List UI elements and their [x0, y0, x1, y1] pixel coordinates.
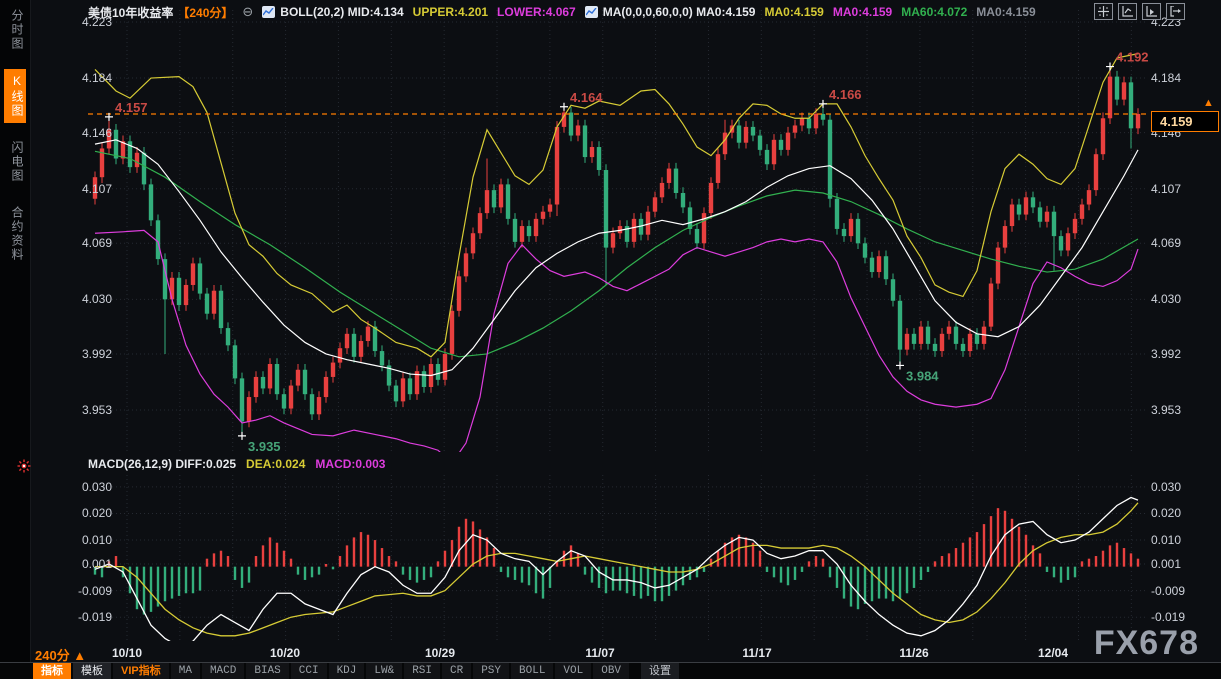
toolbar-button-cr[interactable]: CR: [442, 663, 471, 679]
axis-label: 0.010: [60, 533, 112, 547]
collapse-icon[interactable]: ⊖: [242, 4, 253, 20]
high-annotation: 4.192: [1116, 50, 1148, 65]
toolbar-button-设置[interactable]: 设置: [641, 663, 679, 679]
toolbar-button-kdj[interactable]: KDJ: [329, 663, 365, 679]
date-label: 10/29: [410, 646, 470, 660]
left-sidebar: 分时图 K线图闪电图合约资料: [0, 0, 31, 679]
low-annotation: 3.935: [248, 439, 281, 452]
period-label: 【240分】: [177, 4, 233, 21]
watermark-logo: FX678: [1094, 624, 1199, 663]
axis-label: 4.107: [60, 182, 112, 196]
sidebar-tab-1[interactable]: 分时图: [4, 4, 26, 56]
boll-lower-value: LOWER:4.067: [497, 5, 576, 19]
chart-header: 美债10年收益率 【240分】 ⊖ BOLL(20,2) MID:4.134 U…: [88, 3, 1036, 21]
indicator-chart-icon[interactable]: [585, 6, 598, 18]
axis-label: 0.001: [1151, 557, 1203, 571]
boll-upper-value: UPPER:4.201: [413, 5, 488, 19]
sidebar-tab-2[interactable]: K线图: [4, 69, 26, 123]
axis-label: 4.030: [1151, 292, 1203, 306]
toolbar-button-psy[interactable]: PSY: [473, 663, 509, 679]
axis-label: 0.030: [60, 480, 112, 494]
macd-plot[interactable]: [88, 455, 1148, 641]
toolbar-button-vol[interactable]: VOL: [555, 663, 591, 679]
date-label: 12/04: [1023, 646, 1083, 660]
ma0-magenta-value: MA0:4.159: [833, 5, 892, 19]
axis-label: 0.010: [1151, 533, 1203, 547]
symbol-title: 美债10年收益率: [88, 4, 173, 21]
low-annotation: 3.984: [906, 368, 939, 383]
axis-label: 3.953: [1151, 403, 1203, 417]
axis-label: -0.019: [60, 610, 112, 624]
trading-app-window: 分时图 K线图闪电图合约资料 美债10年收益率 【240分】 ⊖ BOLL(20,…: [0, 0, 1221, 679]
price-up-arrow-icon: ▲: [1203, 97, 1214, 109]
alarm-icon[interactable]: [17, 459, 31, 473]
high-annotation: 4.166: [829, 87, 862, 102]
ma0-gray-value: MA0:4.159: [976, 5, 1035, 19]
macd-label: MACD(26,12,9) DIFF:0.025: [88, 457, 236, 471]
ma0-yellow-value: MA0:4.159: [764, 5, 823, 19]
date-label: 10/20: [255, 646, 315, 660]
toolbar-button-模板[interactable]: 模板: [73, 663, 111, 679]
date-label: 11/07: [570, 646, 630, 660]
toolbar-button-ma[interactable]: MA: [171, 663, 200, 679]
axis-label: 4.184: [1151, 71, 1203, 85]
date-label: 10/10: [97, 646, 157, 660]
current-price-tag: 4.159: [1151, 111, 1219, 132]
toolbar-button-bias[interactable]: BIAS: [246, 663, 288, 679]
toolbar-button-cci[interactable]: CCI: [291, 663, 327, 679]
toolbar-button-obv[interactable]: OBV: [593, 663, 629, 679]
pan-tool-icon[interactable]: [1094, 3, 1113, 20]
toolbar-button-lw&[interactable]: LW&: [366, 663, 402, 679]
axis-label: 4.146: [60, 126, 112, 140]
indicator-chart-icon[interactable]: [262, 6, 275, 18]
toolbar-button-vip指标[interactable]: VIP指标: [113, 663, 169, 679]
toolbar-button-指标[interactable]: 指标: [33, 663, 71, 679]
axis-label: 4.030: [60, 292, 112, 306]
chart-tool-buttons: [1094, 3, 1185, 20]
sidebar-tab-4[interactable]: 合约资料: [4, 201, 26, 267]
toolbar-button-boll[interactable]: BOLL: [511, 663, 553, 679]
high-annotation: 4.164: [570, 90, 603, 105]
macd-dea-value: DEA:0.024: [246, 457, 305, 471]
toolbar-button-macd[interactable]: MACD: [202, 663, 244, 679]
axis-label: 4.069: [1151, 236, 1203, 250]
date-label: 11/26: [884, 646, 944, 660]
macd-header: MACD(26,12,9) DIFF:0.025 DEA:0.024 MACD:…: [88, 457, 385, 471]
boll-label: BOLL(20,2) MID:4.134: [280, 5, 403, 19]
axis-label: 4.069: [60, 236, 112, 250]
zoom-out-axis-icon[interactable]: [1142, 3, 1161, 20]
axis-label: 3.992: [1151, 347, 1203, 361]
axis-label: 0.001: [60, 557, 112, 571]
ma60-value: MA60:4.072: [901, 5, 967, 19]
macd-macd-value: MACD:0.003: [315, 457, 385, 471]
axis-label: 0.020: [60, 506, 112, 520]
toolbar-button-rsi[interactable]: RSI: [404, 663, 440, 679]
bottom-toolbar: 指标模板VIP指标MAMACDBIASCCIKDJLW&RSICRPSYBOLL…: [0, 662, 1221, 679]
axis-label: -0.009: [60, 584, 112, 598]
axis-label: 0.030: [1151, 480, 1203, 494]
main-chart-plot[interactable]: 4.157 3.935 4.164 4.166 3.984 4.192: [88, 0, 1148, 452]
date-label: 11/17: [727, 646, 787, 660]
axis-label: 3.953: [60, 403, 112, 417]
sidebar-tab-3[interactable]: 闪电图: [4, 136, 26, 188]
axis-label: 4.184: [60, 71, 112, 85]
zoom-in-axis-icon[interactable]: [1118, 3, 1137, 20]
axis-label: 3.992: [60, 347, 112, 361]
axis-label: 4.107: [1151, 182, 1203, 196]
axis-label: -0.019: [1151, 610, 1203, 624]
high-annotation: 4.157: [115, 100, 148, 115]
axis-label: 0.020: [1151, 506, 1203, 520]
exit-pane-icon[interactable]: [1166, 3, 1185, 20]
ma-label: MA(0,0,0,60,0,0) MA0:4.159: [603, 5, 756, 19]
axis-label: -0.009: [1151, 584, 1203, 598]
